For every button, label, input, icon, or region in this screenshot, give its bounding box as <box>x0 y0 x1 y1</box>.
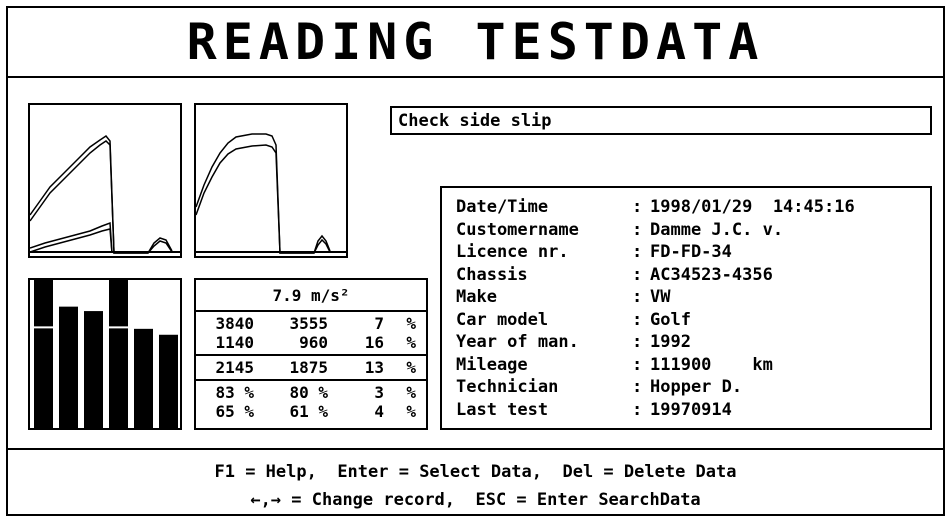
info-row: Licence nr.: FD-FD-34 <box>456 241 930 264</box>
info-separator: : <box>632 309 643 330</box>
value-cell: 1140 <box>215 333 254 352</box>
info-separator: : <box>632 264 643 285</box>
info-value: Damme J.C. v. <box>650 219 784 240</box>
key-help-bar: F1 = Help, Enter = Select Data, Del = De… <box>8 448 943 514</box>
info-row: Technician: Hopper D. <box>456 376 930 399</box>
brake-bar <box>84 311 103 428</box>
test-record-info: Date/Time:1998/01/29 14:45:16 Customernam… <box>440 186 932 430</box>
info-separator: : <box>632 242 643 262</box>
brake-bar <box>109 280 128 428</box>
info-label: Customername <box>456 219 579 240</box>
info-label: Year of man. <box>456 332 579 352</box>
info-value: 19970914 <box>650 399 732 420</box>
value-cell: 16 <box>364 333 384 352</box>
value-cell: 3 <box>374 383 384 402</box>
measurement-values-panel: 7.9 m/s² 3840 3555 7% 1140 960 16% 2145 1875 13… <box>194 278 428 430</box>
value-cell: 7 <box>374 314 384 333</box>
deceleration-value: 7.9 m/s² <box>196 280 426 312</box>
screen-frame: READING TESTDATA 7.9 m/s² 3840 3555 7% 1140… <box>6 6 945 516</box>
front-axle-values: 3840 3555 7% 1140 960 16% <box>196 312 426 356</box>
info-value: Golf <box>650 309 691 330</box>
info-row: Make: VW <box>456 286 930 309</box>
percentage-values: 83 % 80 % 3% 65 % 61 % 4% <box>196 381 426 423</box>
value-row: 1140 960 16% <box>202 333 420 352</box>
value-cell: % <box>406 383 416 402</box>
info-separator: : <box>632 354 643 375</box>
value-cell: % <box>406 333 416 352</box>
brake-bar <box>134 328 153 428</box>
info-row: Mileage:111900 km <box>456 354 930 377</box>
key-help-line-1: F1 = Help, Enter = Select Data, Del = De… <box>214 462 737 482</box>
graph-left-plot <box>30 134 180 254</box>
value-cell: 3555 <box>289 314 328 333</box>
info-row: Year of man.:1992 <box>456 331 930 354</box>
info-value: FD-FD-34 <box>650 242 732 262</box>
brake-bar <box>159 334 178 428</box>
info-label: Make <box>456 287 497 307</box>
info-row: Customername: Damme J.C. v. <box>456 219 930 242</box>
info-value: 1998/01/29 14:45:16 <box>650 197 855 217</box>
info-row: Chassis: AC34523-4356 <box>456 264 930 287</box>
info-separator: : <box>632 377 643 397</box>
brake-bar <box>59 306 78 428</box>
value-cell: 1875 <box>289 358 328 377</box>
brake-bar-chart <box>28 278 182 430</box>
info-label: Mileage <box>456 354 528 375</box>
info-separator: : <box>632 399 643 420</box>
value-row: 2145 1875 13% <box>202 358 420 377</box>
bar-chart-plot <box>34 280 178 428</box>
value-cell: 61 % <box>289 402 328 421</box>
info-value: 111900 km <box>650 354 773 375</box>
brake-force-graph-right <box>194 103 348 258</box>
info-row: Date/Time:1998/01/29 14:45:16 <box>456 196 930 219</box>
value-cell: 13 <box>364 358 384 377</box>
graph-right-plot <box>196 133 346 254</box>
info-row: Last test:19970914 <box>456 399 930 422</box>
value-row: 83 % 80 % 3% <box>202 383 420 402</box>
info-label: Last test <box>456 399 549 420</box>
value-cell: 65 % <box>215 402 254 421</box>
info-separator: : <box>632 219 643 240</box>
status-message: Check side slip <box>390 106 932 135</box>
info-value: Hopper D. <box>650 377 743 397</box>
info-label: Chassis <box>456 264 528 285</box>
key-help-line-2: ←,→ = Change record, ESC = Enter SearchD… <box>250 490 701 510</box>
brake-force-graph-left <box>28 103 182 258</box>
info-separator: : <box>632 287 643 307</box>
info-value: VW <box>650 287 671 307</box>
value-cell: 3840 <box>215 314 254 333</box>
info-separator: : <box>632 197 643 217</box>
park-brake-values: 2145 1875 13% <box>196 356 426 381</box>
info-value: AC34523-4356 <box>650 264 773 285</box>
page-title: READING TESTDATA <box>8 8 943 78</box>
info-label: Licence nr. <box>456 242 569 262</box>
value-cell: % <box>406 402 416 421</box>
info-label: Date/Time <box>456 197 549 217</box>
value-cell: 2145 <box>215 358 254 377</box>
value-cell: % <box>406 358 416 377</box>
info-value: 1992 <box>650 332 691 352</box>
info-label: Technician <box>456 377 559 397</box>
info-separator: : <box>632 332 643 352</box>
brake-bar <box>34 280 53 428</box>
value-cell: 83 % <box>215 383 254 402</box>
value-cell: % <box>406 314 416 333</box>
value-cell: 4 <box>374 402 384 421</box>
value-row: 65 % 61 % 4% <box>202 402 420 421</box>
value-cell: 960 <box>299 333 328 352</box>
info-row: Car model: Golf <box>456 309 930 332</box>
value-cell: 80 % <box>289 383 328 402</box>
info-label: Car model <box>456 309 549 330</box>
value-row: 3840 3555 7% <box>202 314 420 333</box>
